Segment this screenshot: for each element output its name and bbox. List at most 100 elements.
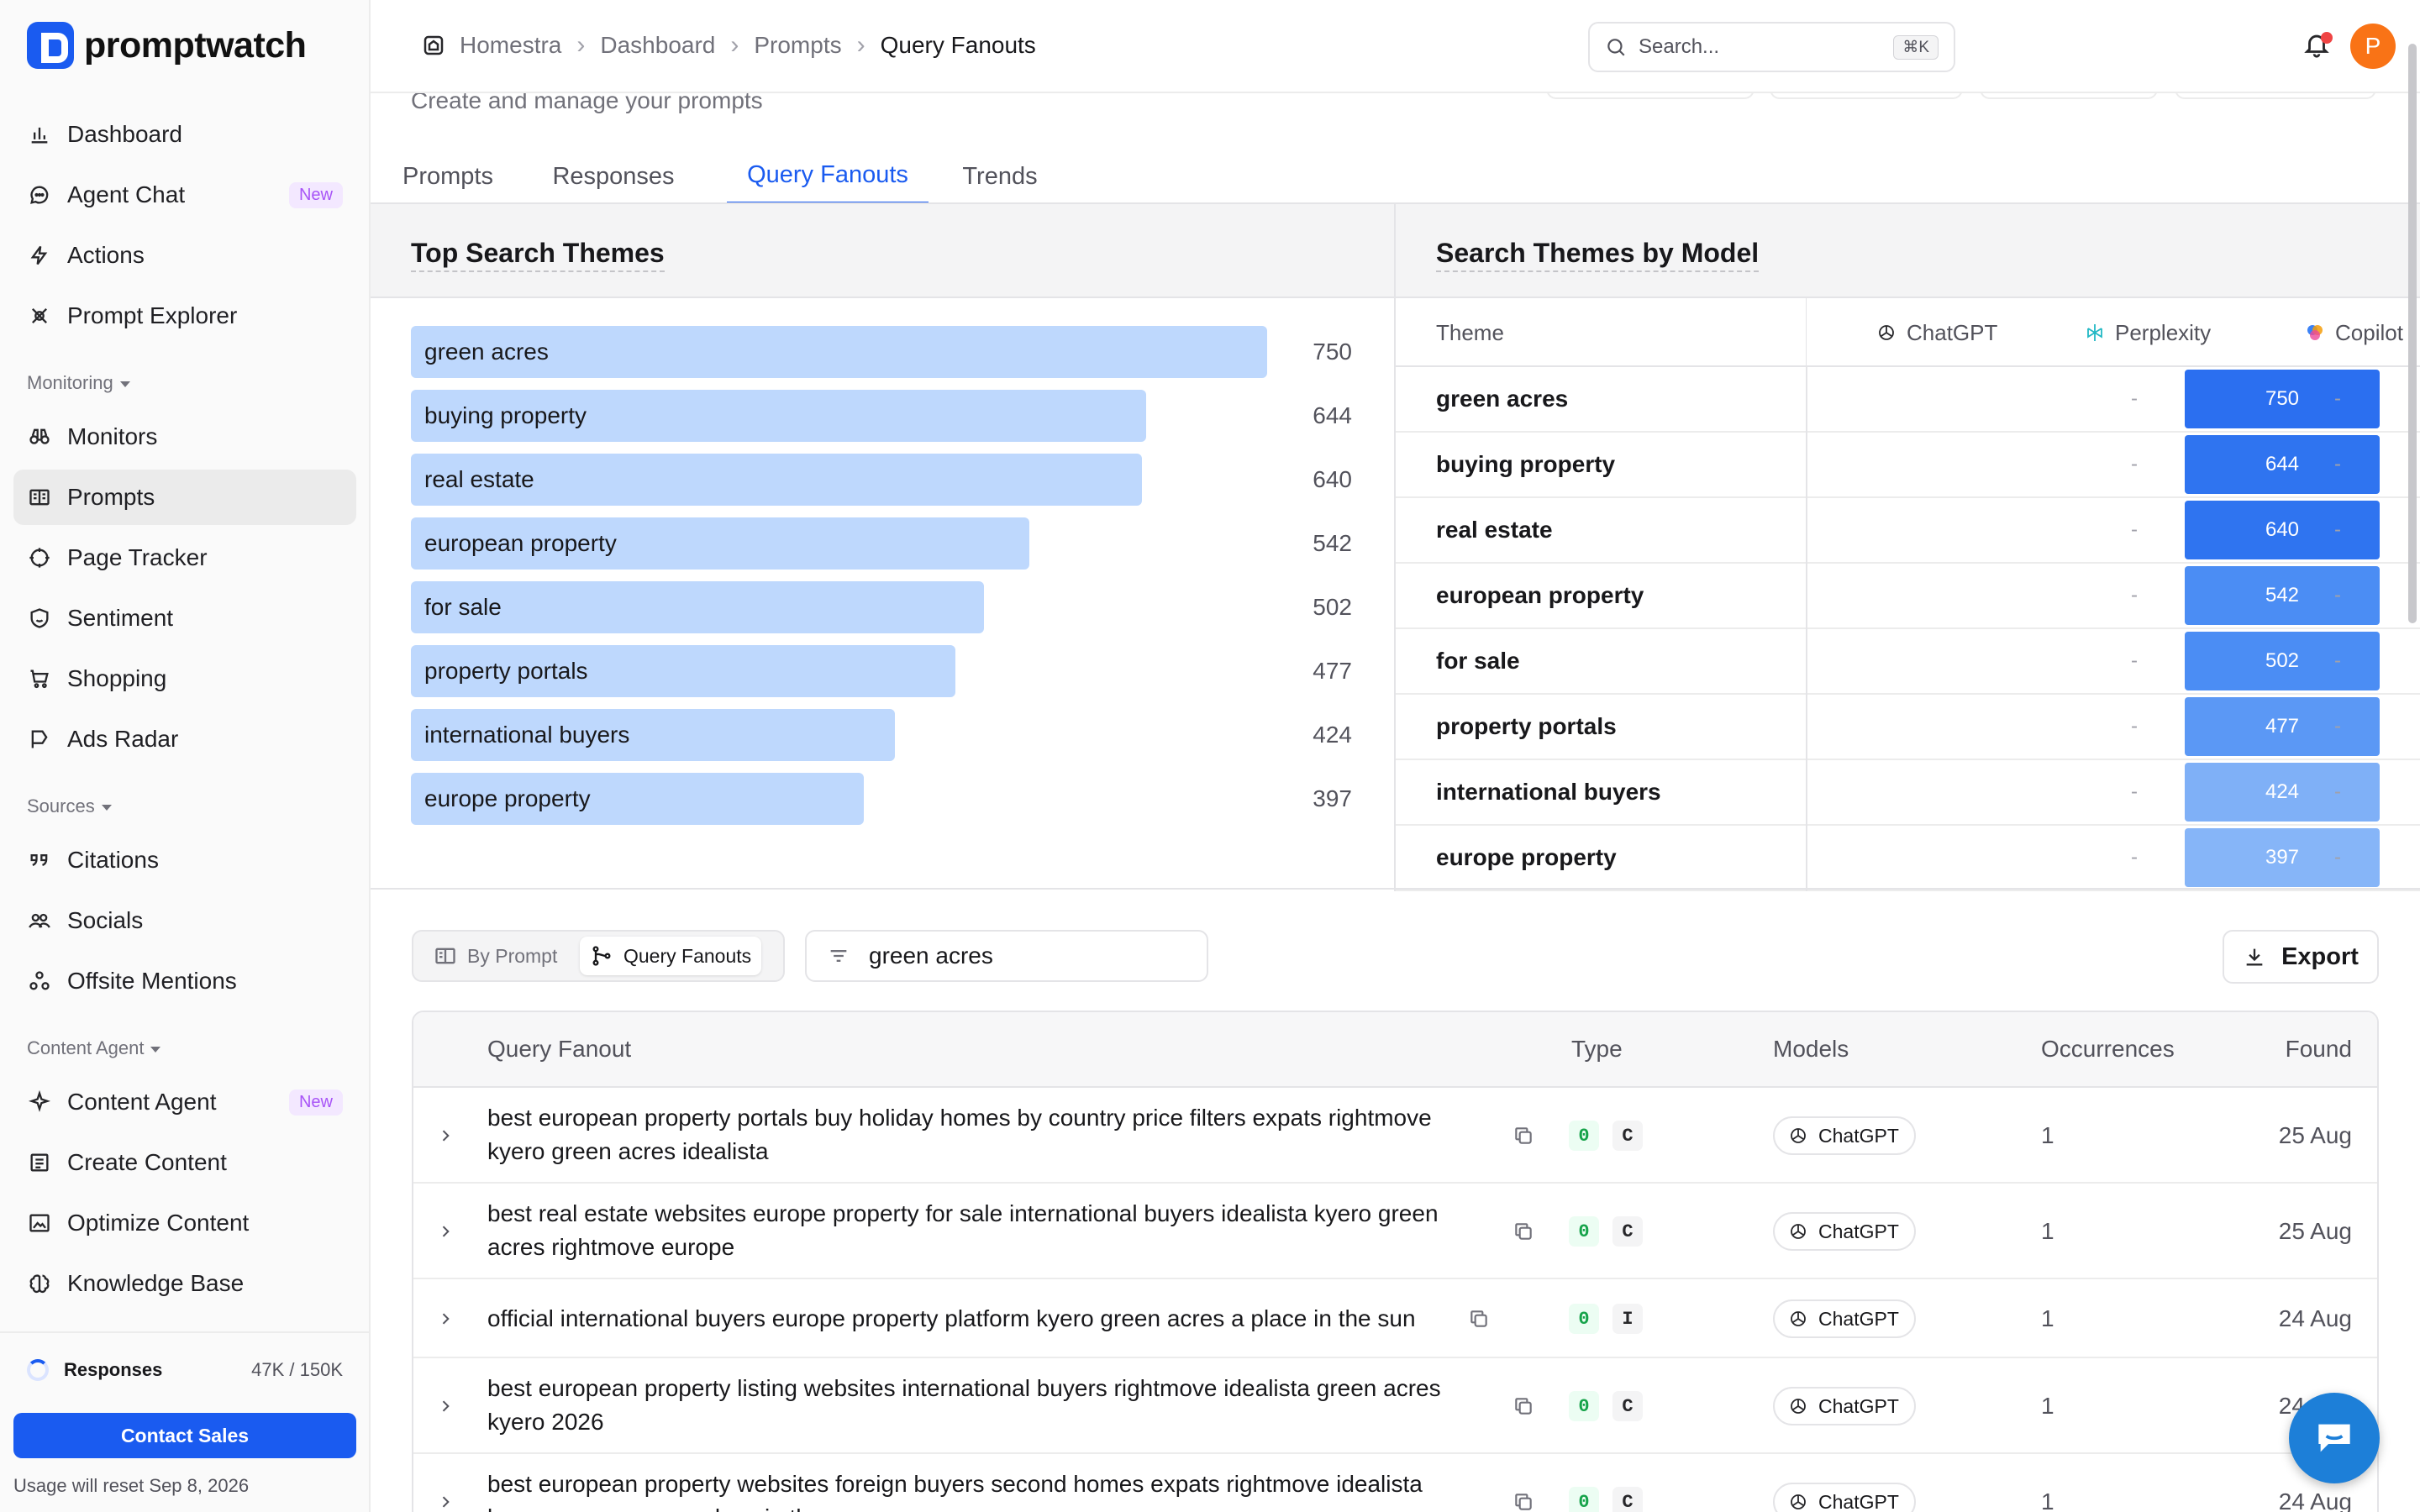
sidebar-item-optimize-content[interactable]: Optimize Content (13, 1195, 356, 1251)
tab-prompts[interactable]: Prompts (391, 148, 505, 205)
table-row[interactable]: official international buyers europe pro… (413, 1279, 2377, 1358)
model-table-row[interactable]: real estate 640- - (1396, 498, 2420, 564)
chatgpt-count-cell[interactable]: 640 (2185, 501, 2380, 559)
theme-bar-label: european property (424, 530, 617, 556)
type-badge: 0 (1569, 1216, 1599, 1247)
breadcrumb-workspace[interactable]: Homestra (460, 32, 561, 59)
theme-bar-row[interactable]: international buyers 424 (411, 709, 1352, 761)
chatgpt-count-cell[interactable]: 397 (2185, 828, 2380, 887)
sidebar-item-prompts[interactable]: Prompts (13, 470, 356, 525)
chat-widget-button[interactable] (2289, 1393, 2380, 1483)
chevron-right-icon[interactable] (437, 1494, 454, 1510)
chevron-right-icon[interactable] (437, 1398, 454, 1415)
toggle-query-fanouts[interactable]: Query Fanouts (580, 937, 762, 975)
theme-bar-row[interactable]: buying property 644 (411, 390, 1352, 442)
sidebar-item-create-content[interactable]: Create Content (13, 1135, 356, 1190)
app-logo[interactable]: promptwatch (27, 22, 307, 69)
model-table-row[interactable]: green acres 750- - (1396, 367, 2420, 433)
model-chip[interactable]: ChatGPT (1773, 1299, 1916, 1338)
copy-icon[interactable] (1468, 1308, 1490, 1330)
type-badge: C (1612, 1121, 1643, 1151)
column-header-found[interactable]: Found (2286, 1036, 2352, 1063)
toggle-by-prompt[interactable]: By Prompt (424, 937, 567, 975)
theme-bar-row[interactable]: real estate 640 (411, 454, 1352, 506)
model-table-row[interactable]: property portals 477- - (1396, 695, 2420, 760)
table-header: Query Fanout Type Models Occurrences Fou… (413, 1012, 2377, 1088)
column-header-occurrences[interactable]: Occurrences (2041, 1036, 2175, 1063)
model-chip[interactable]: ChatGPT (1773, 1387, 1916, 1425)
model-name: ChatGPT (1907, 319, 1998, 345)
chatgpt-count-cell[interactable]: 502 (2185, 632, 2380, 690)
sidebar-item-knowledge-base[interactable]: Knowledge Base (13, 1256, 356, 1311)
chatgpt-count-cell[interactable]: 644 (2185, 435, 2380, 494)
column-header-type[interactable]: Type (1571, 1036, 1623, 1063)
sidebar-item-page-tracker[interactable]: Page Tracker (13, 530, 356, 585)
chevron-right-icon[interactable] (437, 1223, 454, 1240)
model-table-row[interactable]: europe property 397- - (1396, 826, 2420, 891)
sidebar-item-prompt-explorer[interactable]: Prompt Explorer (13, 288, 356, 344)
tab-trends[interactable]: Trends (947, 148, 1053, 205)
sidebar-item-actions[interactable]: Actions (13, 228, 356, 283)
theme-bar-row[interactable]: for sale 502 (411, 581, 1352, 633)
table-row[interactable]: best european property portals buy holid… (413, 1088, 2377, 1184)
model-table-row[interactable]: international buyers 424- - (1396, 760, 2420, 826)
export-button[interactable]: Export (2223, 930, 2379, 984)
theme-bar-row[interactable]: property portals 477 (411, 645, 1352, 697)
section-content-agent[interactable]: Content Agent (27, 1037, 161, 1059)
scrollbar[interactable] (2408, 44, 2417, 623)
sidebar-item-ads-radar[interactable]: Ads Radar (13, 711, 356, 767)
model-header-perplexity[interactable]: Perplexity (2085, 298, 2211, 367)
theme-name: international buyers (1436, 779, 1661, 805)
theme-bar-row[interactable]: europe property 397 (411, 773, 1352, 825)
breadcrumb-prompts[interactable]: Prompts (754, 32, 841, 59)
search-input[interactable]: Search... ⌘K (1588, 22, 1955, 72)
copy-icon[interactable] (1512, 1395, 1534, 1417)
model-table-row[interactable]: european property 542- - (1396, 564, 2420, 629)
column-header-query[interactable]: Query Fanout (487, 1036, 631, 1063)
chatgpt-count-cell[interactable]: 424 (2185, 763, 2380, 822)
chevron-right-icon[interactable] (437, 1310, 454, 1327)
model-chip[interactable]: ChatGPT (1773, 1212, 1916, 1251)
section-sources[interactable]: Sources (27, 795, 112, 817)
tab-responses[interactable]: Responses (525, 148, 702, 205)
tab-query-fanouts[interactable]: Query Fanouts (727, 148, 929, 205)
table-row[interactable]: best european property websites foreign … (413, 1454, 2377, 1512)
sidebar-item-content-agent[interactable]: Content Agent New (13, 1074, 356, 1130)
chatgpt-count-cell[interactable]: 750 (2185, 370, 2380, 428)
perplexity-count-cell: - (2131, 780, 2138, 803)
model-chip[interactable]: ChatGPT (1773, 1483, 1916, 1512)
contact-sales-button[interactable]: Contact Sales (13, 1413, 356, 1458)
chevron-right-icon[interactable] (437, 1127, 454, 1144)
sidebar-item-monitors[interactable]: Monitors (13, 409, 356, 465)
query-text: best real estate websites europe propert… (487, 1200, 1439, 1260)
model-header-chatgpt[interactable]: ChatGPT (1876, 298, 1997, 367)
theme-bar-label: international buyers (424, 722, 630, 748)
sidebar-item-sentiment[interactable]: Sentiment (13, 591, 356, 646)
model-table-row[interactable]: buying property 644- - (1396, 433, 2420, 498)
sidebar-item-shopping[interactable]: Shopping (13, 651, 356, 706)
column-header-models[interactable]: Models (1773, 1036, 1849, 1063)
copy-icon[interactable] (1512, 1491, 1534, 1512)
theme-bar-row[interactable]: green acres 750 (411, 326, 1352, 378)
sidebar-item-offsite-mentions[interactable]: Offsite Mentions (13, 953, 356, 1009)
table-row[interactable]: best european property listing websites … (413, 1358, 2377, 1454)
copy-icon[interactable] (1512, 1221, 1534, 1242)
table-row[interactable]: best real estate websites europe propert… (413, 1184, 2377, 1279)
theme-filter-input[interactable]: green acres (805, 930, 1208, 982)
model-chip[interactable]: ChatGPT (1773, 1116, 1916, 1155)
copilot-count-cell: - (2334, 649, 2341, 672)
sidebar-item-citations[interactable]: Citations (13, 832, 356, 888)
avatar[interactable]: P (2350, 24, 2396, 69)
chatgpt-count-cell[interactable]: 477 (2185, 697, 2380, 756)
sidebar-item-dashboard[interactable]: Dashboard (13, 107, 356, 162)
model-table-row[interactable]: for sale 502- - (1396, 629, 2420, 695)
sidebar-item-agent-chat[interactable]: Agent Chat New (13, 167, 356, 223)
column-divider (1806, 564, 1807, 629)
breadcrumb-dashboard[interactable]: Dashboard (600, 32, 715, 59)
theme-bar-row[interactable]: european property 542 (411, 517, 1352, 570)
copy-icon[interactable] (1512, 1125, 1534, 1147)
chatgpt-count-cell[interactable]: 542 (2185, 566, 2380, 625)
model-header-copilot[interactable]: Copilot (2305, 298, 2403, 367)
section-monitoring[interactable]: Monitoring (27, 372, 130, 394)
sidebar-item-socials[interactable]: Socials (13, 893, 356, 948)
